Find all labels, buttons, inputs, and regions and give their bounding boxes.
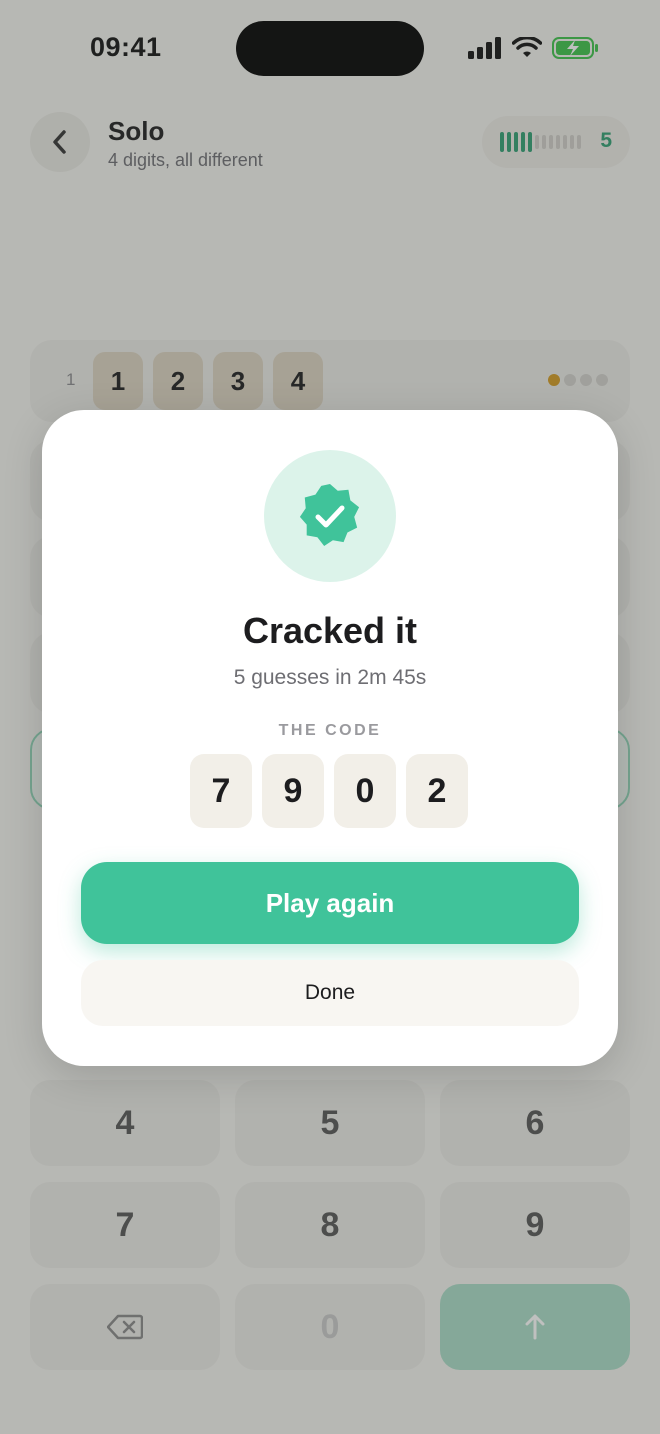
success-badge — [264, 450, 396, 582]
result-modal: Cracked it 5 guesses in 2m 45s THE CODE … — [42, 410, 618, 1066]
code-label: THE CODE — [278, 722, 382, 739]
verified-badge-icon — [299, 483, 360, 547]
code-digit: 0 — [334, 754, 396, 828]
code-digit: 9 — [262, 754, 324, 828]
code-digit: 7 — [190, 754, 252, 828]
result-summary: 5 guesses in 2m 45s — [233, 666, 427, 689]
secret-code: 7 9 0 2 — [190, 754, 470, 828]
code-digit: 2 — [406, 754, 468, 828]
result-title: Cracked it — [242, 610, 418, 651]
done-button[interactable]: Done — [81, 960, 579, 1026]
play-again-button[interactable]: Play again — [81, 862, 579, 944]
